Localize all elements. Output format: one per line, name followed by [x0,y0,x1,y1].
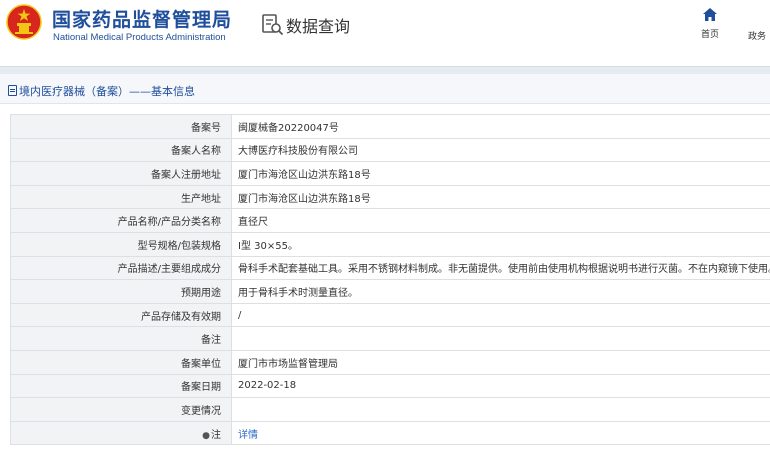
table-row: 变更情况 [10,397,770,422]
row-value: 骨科手术配套基础工具。采用不锈钢材料制成。非无菌提供。使用前由使用机构根据说明书… [231,255,770,281]
note-label-cell: ●注 [10,420,232,446]
row-label: 备注 [10,326,232,351]
row-value: Ⅰ型 30×55。 [231,231,770,257]
row-label: 备案号 [10,114,232,139]
nav-home[interactable]: 首页 [693,8,727,46]
header-divider [0,66,770,74]
table-row: 备注 [10,326,770,351]
details-link[interactable]: 详情 [238,430,258,441]
org-name-cn: 国家药品监督管理局 [52,9,233,31]
table-row: 备案人注册地址 厦门市海沧区山边洪东路18号 [10,161,770,186]
row-label: 备案单位 [10,349,232,375]
row-value: 2022-02-18 [231,373,770,399]
row-label: 生产地址 [10,184,232,210]
section-title: 数据查询 [286,17,351,36]
table-row: 生产地址 厦门市海沧区山边洪东路18号 [10,184,770,210]
data-query-icon [262,14,284,36]
pin-icon: ● [202,430,210,441]
nav-home-label: 首页 [700,30,719,40]
breadcrumb-bar: 境内医疗器械（备案）——基本信息 [0,74,770,104]
table-row: 产品名称/产品分类名称 直径尺 [10,208,770,233]
row-label: 型号规格/包装规格 [10,231,232,257]
row-value [231,326,770,351]
table-row: 备案人名称 大博医疗科技股份有限公司 [10,137,770,163]
row-label: 产品描述/主要组成成分 [10,255,232,281]
row-label: 产品名称/产品分类名称 [10,208,232,233]
record-detail-table: 备案号 闽厦械备20220047号 备案人名称 大博医疗科技股份有限公司 备案人… [10,114,770,446]
row-label: 产品存储及有效期 [10,302,232,328]
document-icon [8,85,17,96]
national-emblem-icon [6,4,42,40]
home-icon [703,8,717,21]
row-label: 备案人名称 [10,137,232,163]
row-label: 备案人注册地址 [10,161,232,186]
table-row: 型号规格/包装规格 Ⅰ型 30×55。 [10,231,770,257]
row-label: 变更情况 [10,397,232,422]
note-label: 注 [211,429,221,441]
table-row-note: ●注 详情 [10,420,770,446]
row-value: 大博医疗科技股份有限公司 [231,137,770,163]
row-value: 闽厦械备20220047号 [231,114,770,139]
table-row: 备案单位 厦门市市场监督管理局 [10,349,770,375]
row-value: 厦门市市场监督管理局 [231,349,770,375]
site-header: 国家药品监督管理局 National Medical Products Admi… [0,0,770,58]
table-row: 预期用途 用于骨科手术时测量直径。 [10,279,770,304]
table-row: 备案号 闽厦械备20220047号 [10,114,770,139]
table-row: 备案日期 2022-02-18 [10,373,770,399]
row-value: / [231,302,770,328]
row-value: 用于骨科手术时测量直径。 [231,279,770,304]
nav-government-affairs[interactable]: 政务 [748,29,766,42]
row-label: 备案日期 [10,373,232,399]
row-value: 直径尺 [231,208,770,233]
note-value-cell: 详情 [231,420,770,446]
table-row: 产品存储及有效期 / [10,302,770,328]
row-value: 厦门市海沧区山边洪东路18号 [231,161,770,186]
table-row: 产品描述/主要组成成分 骨科手术配套基础工具。采用不锈钢材料制成。非无菌提供。使… [10,255,770,281]
breadcrumb: 境内医疗器械（备案）——基本信息 [8,83,195,99]
row-label: 预期用途 [10,279,232,304]
row-value [231,397,770,422]
breadcrumb-text: 境内医疗器械（备案）——基本信息 [19,85,195,98]
row-value: 厦门市海沧区山边洪东路18号 [231,184,770,210]
org-name-en: National Medical Products Administration [53,32,226,43]
